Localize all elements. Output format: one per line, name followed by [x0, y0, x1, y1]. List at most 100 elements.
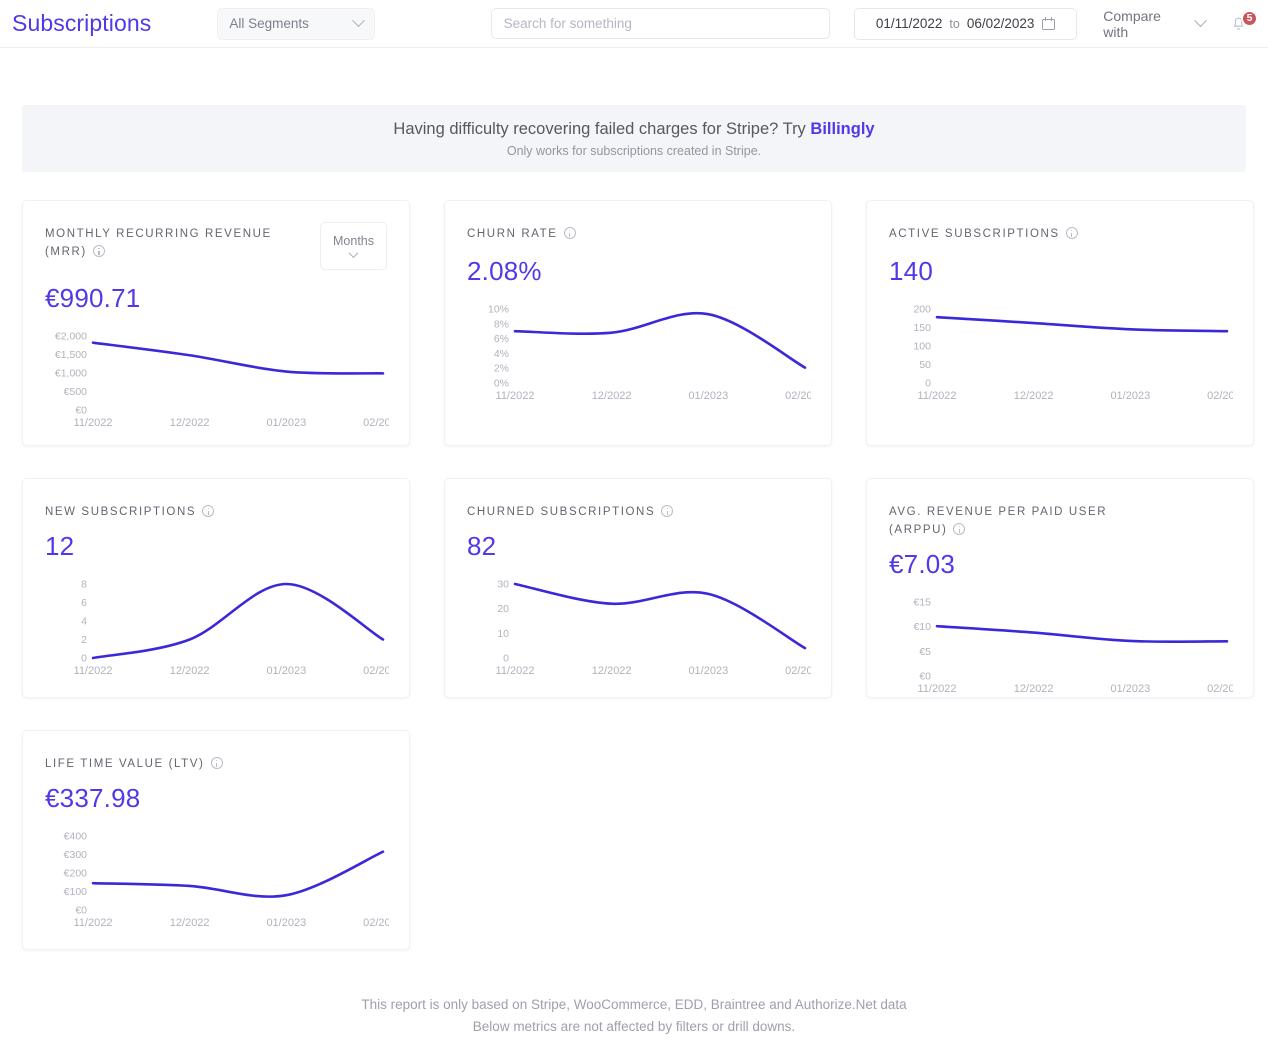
card-title: NEW SUBSCRIPTIONS: [45, 503, 215, 521]
svg-text:0%: 0%: [494, 378, 509, 390]
promo-banner-subtext: Only works for subscriptions created in …: [506, 143, 762, 158]
card-title: CHURNED SUBSCRIPTIONS: [467, 503, 674, 521]
card-churn-rate: CHURN RATE 2.08% 10% 8% 6% 4% 2% 0% 11/2022 12/…: [444, 200, 832, 446]
billingly-link[interactable]: Billingly: [810, 120, 874, 138]
svg-text:4%: 4%: [494, 348, 509, 360]
date-range-picker[interactable]: 01/11/2022 to 06/02/2023: [853, 7, 1078, 40]
page-content: Having difficulty recovering failed char…: [0, 105, 1268, 1038]
segment-select-label: All Segments: [229, 16, 309, 31]
date-range-from: 01/11/2022: [875, 16, 943, 31]
info-icon[interactable]: [210, 757, 223, 769]
svg-text:150: 150: [913, 322, 931, 334]
card-title-text: AVG. REVENUE PER PAID USER (ARPPU): [889, 506, 1108, 536]
svg-text:€2,000: €2,000: [55, 331, 87, 343]
chart-ltv: €400 €300 €200 €100 €0 11/2022 12/2022 01/2023 0…: [45, 828, 389, 932]
search-input[interactable]: [490, 8, 830, 39]
svg-text:2: 2: [81, 634, 87, 646]
promo-banner: Having difficulty recovering failed char…: [22, 105, 1246, 172]
info-icon[interactable]: [953, 523, 966, 535]
card-ltv: LIFE TIME VALUE (LTV) €337.98 €400 €300 €2…: [22, 730, 410, 950]
info-icon[interactable]: [202, 505, 215, 517]
card-value: €337.98: [45, 783, 141, 813]
info-icon[interactable]: [661, 505, 674, 517]
card-value: 82: [467, 531, 497, 561]
svg-text:€1,000: €1,000: [55, 368, 87, 380]
card-header: MONTHLY RECURRING REVENUE (MRR) Months: [45, 222, 387, 270]
card-header: AVG. REVENUE PER PAID USER (ARPPU): [889, 503, 1231, 539]
chart-new-subscriptions: 8 6 4 2 011/2022 12/2022 01/2023 02/2023: [45, 576, 389, 680]
svg-text:12/2022: 12/2022: [1014, 683, 1054, 695]
card-value: 12: [45, 531, 75, 561]
svg-text:01/2023: 01/2023: [688, 665, 728, 677]
svg-text:02/2023: 02/2023: [785, 390, 811, 402]
chart-active-subscriptions: 200 150 100 50 011/2022 12/2022 01/2023 02/2023: [889, 301, 1233, 405]
card-value: €7.03: [889, 549, 956, 579]
info-icon[interactable]: [563, 227, 576, 239]
svg-text:11/2022: 11/2022: [74, 665, 113, 677]
svg-text:02/2023: 02/2023: [363, 665, 389, 677]
report-footer: This report is only based on Stripe, Woo…: [22, 994, 1246, 1038]
svg-text:€100: €100: [64, 886, 88, 898]
compare-with-label: Compare with: [1103, 7, 1161, 40]
svg-text:6: 6: [81, 597, 87, 609]
svg-text:€500: €500: [64, 386, 88, 398]
svg-text:200: 200: [913, 304, 931, 316]
notification-badge: 5: [1240, 9, 1258, 27]
date-range-separator: to: [949, 16, 960, 31]
card-header: NEW SUBSCRIPTIONS: [45, 503, 387, 521]
svg-text:11/2022: 11/2022: [74, 417, 113, 429]
info-icon[interactable]: [1065, 227, 1078, 239]
card-mrr: MONTHLY RECURRING REVENUE (MRR) Months €…: [22, 200, 410, 446]
svg-text:8%: 8%: [494, 318, 509, 330]
svg-text:10: 10: [497, 628, 509, 640]
card-header: CHURN RATE: [467, 225, 809, 243]
svg-text:50: 50: [919, 359, 931, 371]
card-value: 2.08%: [467, 256, 542, 286]
svg-text:01/2023: 01/2023: [266, 917, 306, 929]
app-header: Subscriptions All Segments 01/11/2022 to…: [0, 0, 1268, 48]
svg-text:11/2022: 11/2022: [496, 390, 535, 402]
segment-select[interactable]: All Segments: [217, 7, 375, 40]
svg-text:02/2023: 02/2023: [785, 665, 811, 677]
svg-text:30: 30: [497, 579, 509, 591]
info-icon[interactable]: [92, 245, 105, 257]
svg-text:02/2023: 02/2023: [1207, 683, 1233, 695]
card-title: CHURN RATE: [467, 225, 576, 243]
card-title-text: CHURNED SUBSCRIPTIONS: [467, 506, 656, 518]
chart-arppu: €15 €10 €5 €011/2022 12/2022 01/2023 02/2023: [889, 594, 1233, 698]
metrics-grid: MONTHLY RECURRING REVENUE (MRR) Months €…: [22, 200, 1254, 950]
svg-text:€0: €0: [75, 905, 87, 917]
svg-text:10%: 10%: [488, 304, 509, 316]
svg-text:€10: €10: [913, 621, 931, 633]
svg-text:01/2023: 01/2023: [1110, 390, 1150, 402]
card-title: ACTIVE SUBSCRIPTIONS: [889, 225, 1078, 243]
svg-text:11/2022: 11/2022: [918, 390, 957, 402]
svg-text:€5: €5: [919, 646, 931, 658]
date-range-to: 06/02/2023: [966, 16, 1035, 31]
svg-text:0: 0: [925, 378, 931, 390]
svg-text:€0: €0: [75, 405, 87, 417]
svg-text:12/2022: 12/2022: [170, 917, 210, 929]
footer-line-1: This report is only based on Stripe, Woo…: [361, 997, 907, 1012]
svg-text:02/2023: 02/2023: [1207, 390, 1233, 402]
chevron-down-icon: [348, 248, 359, 259]
svg-text:12/2022: 12/2022: [592, 665, 632, 677]
card-title-text: MONTHLY RECURRING REVENUE (MRR): [45, 228, 272, 258]
svg-text:02/2023: 02/2023: [363, 417, 389, 429]
chart-churn-rate: 10% 8% 6% 4% 2% 0%11/2022 12/2022 01/2023 02/202…: [467, 301, 811, 405]
notifications-button[interactable]: 5: [1229, 9, 1258, 39]
svg-text:02/2023: 02/2023: [363, 917, 389, 929]
compare-with-dropdown[interactable]: Compare with: [1103, 7, 1207, 40]
svg-text:€0: €0: [919, 671, 931, 683]
svg-text:01/2023: 01/2023: [1110, 683, 1150, 695]
svg-text:0: 0: [503, 653, 509, 665]
chart-mrr: €2,000 €1,500 €1,000 €500 €0 11/2022 12/2022 01…: [45, 328, 389, 432]
svg-text:12/2022: 12/2022: [1014, 390, 1054, 402]
card-header: CHURNED SUBSCRIPTIONS: [467, 503, 809, 521]
svg-text:12/2022: 12/2022: [170, 417, 210, 429]
card-title: AVG. REVENUE PER PAID USER (ARPPU): [889, 503, 1159, 539]
granularity-dropdown[interactable]: Months: [320, 222, 387, 270]
card-header: LIFE TIME VALUE (LTV): [45, 755, 387, 773]
chevron-down-icon: [1193, 14, 1207, 27]
svg-text:€15: €15: [913, 597, 931, 609]
